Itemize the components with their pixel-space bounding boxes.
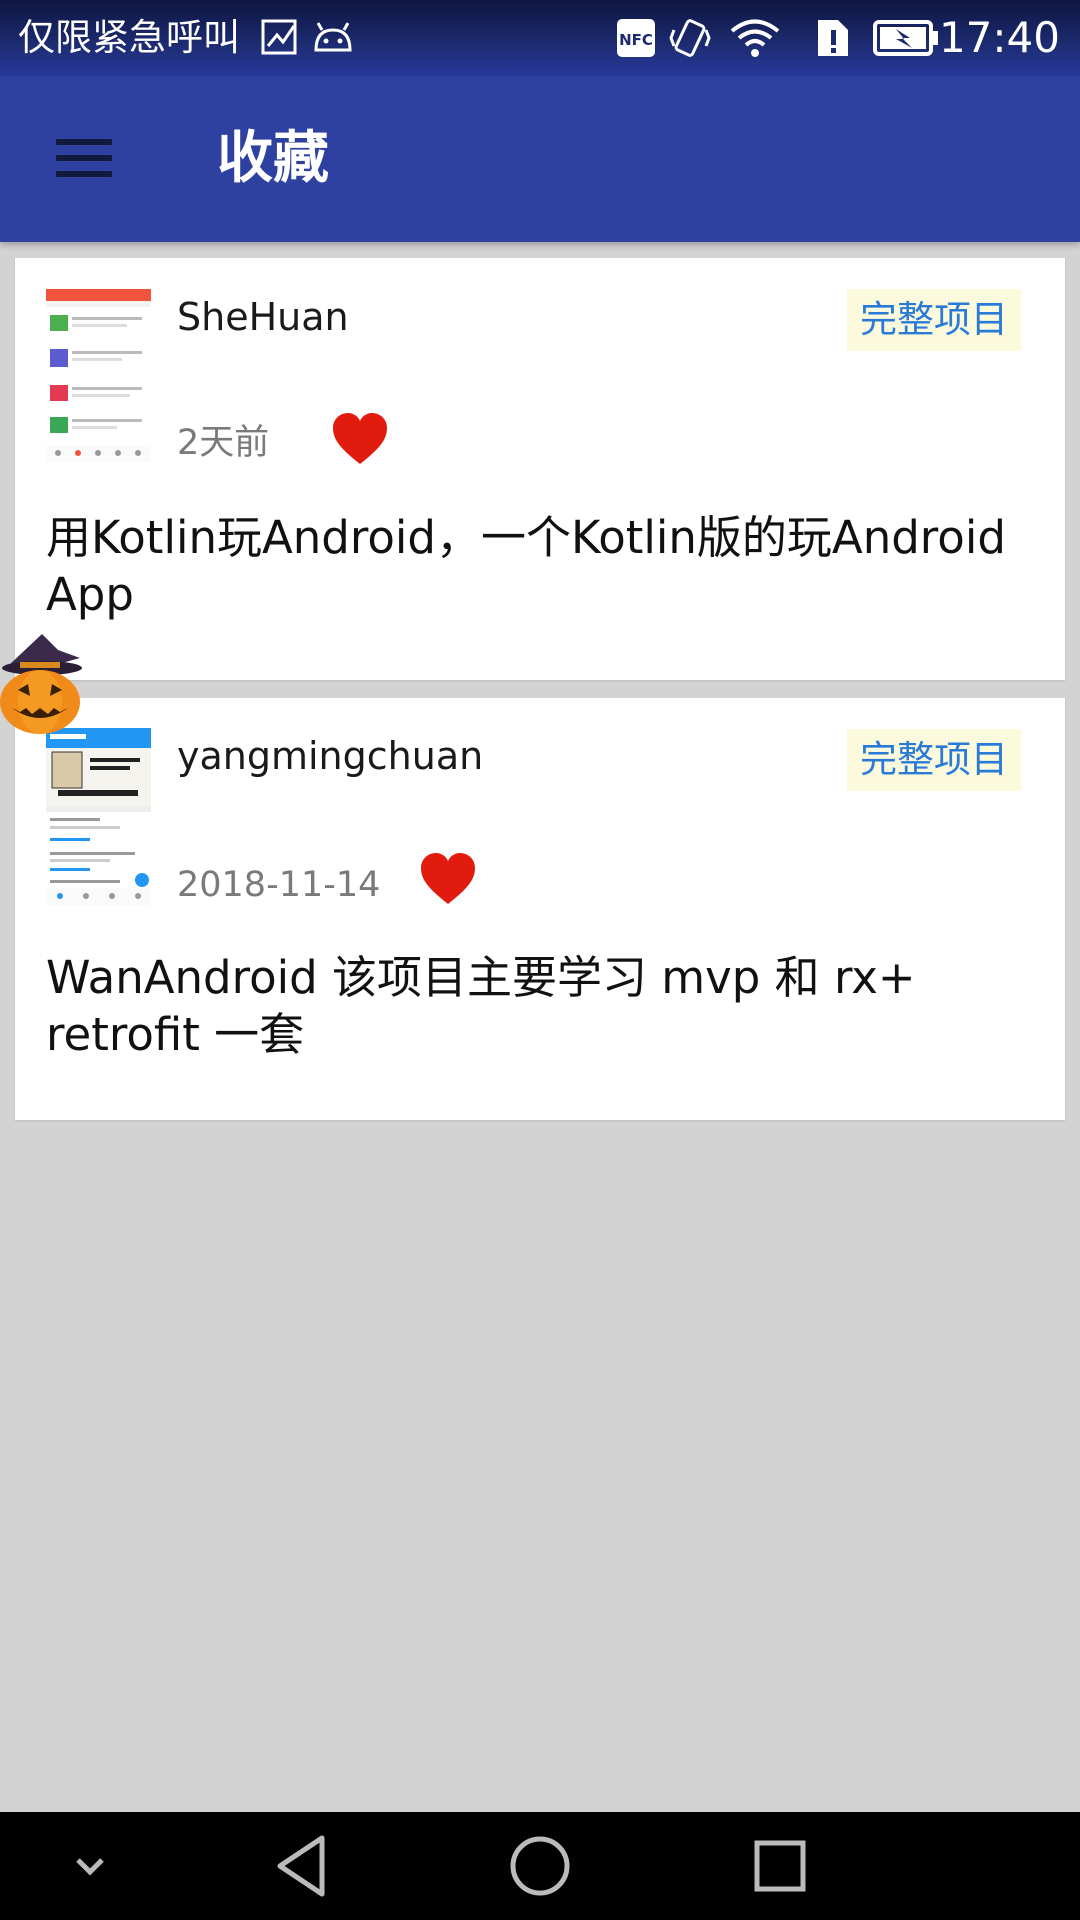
- svg-text:NFC: NFC: [619, 31, 653, 49]
- chevron-down-icon[interactable]: [68, 1830, 112, 1902]
- project-thumbnail: [46, 289, 151, 462]
- hamburger-menu-icon[interactable]: [40, 114, 130, 202]
- nfc-icon: NFC: [617, 19, 655, 57]
- sim-alert-icon: [818, 20, 848, 56]
- recents-icon[interactable]: [748, 1830, 812, 1902]
- favorite-card[interactable]: yangmingchuan 完整项目 2018-11-14 WanAndroid…: [15, 698, 1065, 1120]
- halloween-pumpkin-icon: [0, 634, 82, 734]
- image-icon: [261, 19, 297, 55]
- navigation-bar: [0, 1812, 1080, 1920]
- wifi-icon: [730, 19, 780, 57]
- favorite-card[interactable]: SheHuan 完整项目 2天前 用Kotlin玩Android，一个Kotli…: [15, 258, 1065, 680]
- battery-charging-icon: [873, 20, 938, 56]
- vibrate-icon: [669, 19, 711, 57]
- android-icon: [314, 22, 352, 52]
- status-emergency-text: 仅限紧急呼叫: [18, 16, 240, 59]
- status-time: 17:40: [938, 13, 1060, 62]
- back-icon[interactable]: [270, 1830, 334, 1902]
- project-tag[interactable]: 完整项目: [847, 729, 1021, 791]
- article-title: WanAndroid 该项目主要学习 mvp 和 rx+ retrofit 一套: [46, 951, 916, 1061]
- heart-icon[interactable]: [419, 852, 477, 906]
- project-tag[interactable]: 完整项目: [847, 289, 1021, 351]
- project-thumbnail: [46, 728, 151, 905]
- status-bar: 仅限紧急呼叫 NFC 17:40: [0, 0, 1080, 76]
- author-name: SheHuan: [177, 295, 349, 339]
- app-bar: 收藏: [0, 76, 1080, 242]
- home-icon[interactable]: [504, 1830, 576, 1902]
- article-title: 用Kotlin玩Android，一个Kotlin版的玩Android App: [46, 511, 1006, 621]
- page-title: 收藏: [217, 126, 329, 191]
- post-date: 2018-11-14: [177, 865, 381, 905]
- post-date: 2天前: [177, 423, 270, 463]
- heart-icon[interactable]: [331, 412, 389, 466]
- author-name: yangmingchuan: [177, 734, 484, 778]
